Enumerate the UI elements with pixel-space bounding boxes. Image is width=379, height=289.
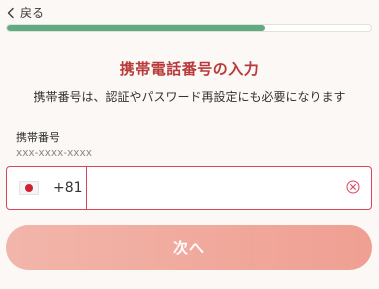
phone-field-label: 携帯番号 — [16, 131, 60, 144]
next-button[interactable]: 次へ — [6, 225, 372, 270]
phone-input-group: +81 — [6, 166, 372, 210]
progress-bar — [6, 24, 372, 32]
phone-field-hint: xxx-xxxx-xxxx — [16, 147, 92, 159]
dial-code: +81 — [53, 180, 83, 196]
japan-flag-icon — [19, 181, 39, 195]
country-code-select[interactable]: +81 — [7, 167, 87, 209]
chevron-left-icon — [6, 7, 16, 19]
page-title: 携帯電話番号の入力 — [119, 60, 260, 78]
clear-circle-icon — [346, 179, 360, 198]
back-button[interactable]: 戻る — [6, 4, 44, 21]
back-label: 戻る — [20, 6, 45, 20]
progress-fill — [7, 25, 266, 31]
clear-input-button[interactable] — [335, 167, 371, 209]
page-description: 携帯番号は、認証やパスワード再設定にも必要になります — [33, 90, 346, 104]
phone-number-input[interactable] — [87, 167, 335, 209]
phone-entry-screen: 戻る 携帯電話番号の入力 携帯番号は、認証やパスワード再設定にも必要になります … — [0, 0, 379, 289]
